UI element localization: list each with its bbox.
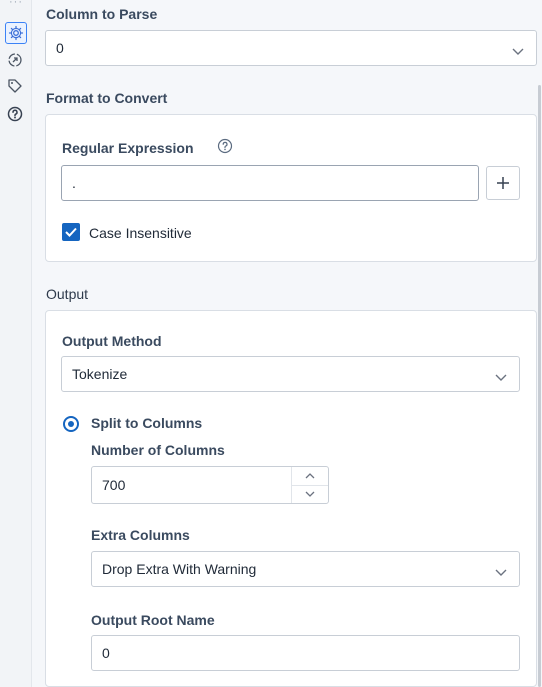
number-of-columns-label: Number of Columns: [91, 442, 225, 458]
add-regex-button[interactable]: [486, 166, 520, 200]
output-root-name-label: Output Root Name: [91, 612, 215, 628]
annotation-icon[interactable]: [5, 50, 25, 70]
number-of-columns-value: 700: [102, 477, 126, 493]
regex-input-value: .: [72, 175, 76, 191]
chevron-down-icon: [512, 43, 524, 59]
regex-label: Regular Expression: [62, 140, 194, 156]
stepper-buttons: [291, 467, 328, 503]
chevron-up-icon: [305, 473, 315, 479]
output-heading: Output: [46, 286, 89, 302]
chevron-down-icon: [495, 564, 507, 580]
column-to-parse-select[interactable]: 0: [45, 30, 537, 66]
column-to-parse-value: 0: [56, 40, 64, 56]
extra-columns-value: Drop Extra With Warning: [102, 561, 257, 577]
chevron-down-icon: [305, 491, 315, 497]
number-of-columns-stepper[interactable]: 700: [91, 466, 329, 504]
column-to-parse-heading: Column to Parse: [46, 6, 158, 22]
format-to-convert-heading: Format to Convert: [46, 90, 168, 106]
extra-columns-select[interactable]: Drop Extra With Warning: [91, 551, 520, 587]
more-dots-icon[interactable]: ···: [9, 0, 23, 8]
chevron-down-icon: [495, 369, 507, 385]
gear-icon[interactable]: [5, 22, 27, 44]
help-icon[interactable]: [5, 104, 25, 124]
output-method-label: Output Method: [62, 333, 162, 349]
output-method-value: Tokenize: [72, 366, 128, 382]
split-to-columns-radio[interactable]: [63, 416, 79, 432]
output-method-select[interactable]: Tokenize: [61, 356, 520, 392]
help-circle-icon[interactable]: [217, 138, 233, 159]
increment-button[interactable]: [292, 467, 328, 486]
checkmark-icon: [65, 227, 77, 237]
tool-rail: ···: [0, 0, 32, 687]
case-insensitive-checkbox[interactable]: [62, 223, 80, 241]
case-insensitive-label: Case Insensitive: [89, 225, 192, 241]
output-root-name-value: 0: [102, 645, 110, 661]
split-to-columns-label: Split to Columns: [91, 415, 203, 431]
output-root-name-input[interactable]: 0: [91, 635, 520, 671]
tag-icon[interactable]: [5, 76, 25, 96]
plus-icon: [497, 177, 509, 189]
decrement-button[interactable]: [292, 485, 328, 503]
vertical-scrollbar[interactable]: [538, 85, 541, 687]
regex-input[interactable]: .: [61, 165, 479, 201]
extra-columns-label: Extra Columns: [91, 527, 190, 543]
